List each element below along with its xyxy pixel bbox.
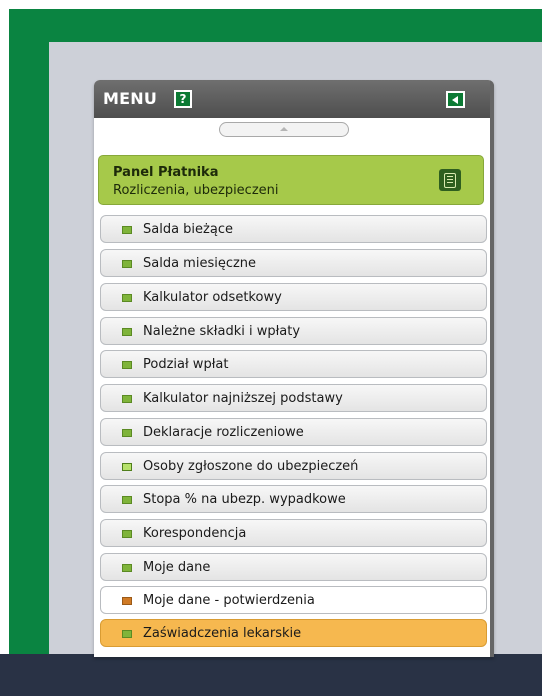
menu-item-label: Salda bieżące	[143, 222, 233, 237]
menu-item-podzial-wplat[interactable]: Podział wpłat	[100, 350, 487, 378]
item-marker-icon	[122, 463, 132, 471]
item-marker-icon	[122, 597, 132, 605]
item-marker-icon	[122, 328, 132, 336]
menu-item-label: Deklaracje rozliczeniowe	[143, 425, 304, 440]
menu-item-label: Korespondencja	[143, 526, 247, 541]
menu-item-nalezne-skladki[interactable]: Należne składki i wpłaty	[100, 317, 487, 345]
menu-item-label: Moje dane	[143, 560, 211, 575]
side-menu: MENU ? Panel Płatnika Rozliczenia, ubezp…	[94, 80, 494, 657]
menu-item-zaswiadczenia-lekarskie[interactable]: Zaświadczenia lekarskie	[100, 619, 487, 647]
menu-item-osoby-zgloszone[interactable]: Osoby zgłoszone do ubezpieczeń	[100, 452, 487, 480]
menu-item-label: Podział wpłat	[143, 357, 229, 372]
menu-item-deklaracje-rozliczeniowe[interactable]: Deklaracje rozliczeniowe	[100, 418, 487, 446]
menu-item-label: Moje dane - potwierdzenia	[143, 593, 315, 608]
item-marker-icon	[122, 429, 132, 437]
menu-item-label: Kalkulator odsetkowy	[143, 290, 282, 305]
menu-items: Salda bieżące Salda miesięczne Kalkulato…	[94, 80, 494, 657]
item-marker-icon	[122, 530, 132, 538]
menu-item-label: Salda miesięczne	[143, 256, 257, 271]
item-marker-icon	[122, 361, 132, 369]
menu-item-kalkulator-najnizszej-podstawy[interactable]: Kalkulator najniższej podstawy	[100, 384, 487, 412]
menu-item-salda-miesieczne[interactable]: Salda miesięczne	[100, 249, 487, 277]
menu-item-label: Stopa % na ubezp. wypadkowe	[143, 492, 346, 507]
item-marker-icon	[122, 496, 132, 504]
item-marker-icon	[122, 630, 132, 638]
menu-item-korespondencja[interactable]: Korespondencja	[100, 519, 487, 547]
menu-item-label: Zaświadczenia lekarskie	[143, 626, 302, 641]
menu-item-label: Należne składki i wpłaty	[143, 324, 301, 339]
menu-item-moje-dane[interactable]: Moje dane	[100, 553, 487, 581]
menu-item-label: Kalkulator najniższej podstawy	[143, 391, 343, 406]
menu-item-salda-biezace[interactable]: Salda bieżące	[100, 215, 487, 243]
item-marker-icon	[122, 564, 132, 572]
footer-bar	[0, 654, 542, 696]
item-marker-icon	[122, 260, 132, 268]
menu-item-kalkulator-odsetkowy[interactable]: Kalkulator odsetkowy	[100, 283, 487, 311]
item-marker-icon	[122, 294, 132, 302]
menu-item-stopa-ubezp-wypadkowe[interactable]: Stopa % na ubezp. wypadkowe	[100, 485, 487, 513]
menu-item-label: Osoby zgłoszone do ubezpieczeń	[143, 459, 359, 474]
item-marker-icon	[122, 226, 132, 234]
menu-item-moje-dane-potwierdzenia[interactable]: Moje dane - potwierdzenia	[100, 586, 487, 614]
item-marker-icon	[122, 395, 132, 403]
